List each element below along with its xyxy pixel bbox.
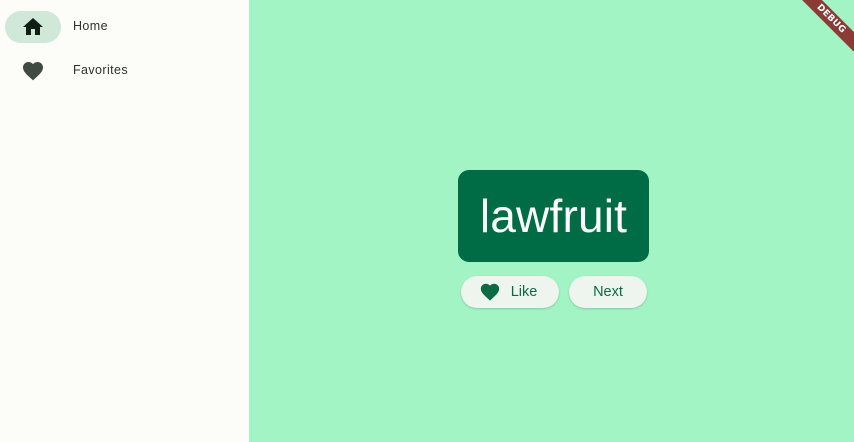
home-icon xyxy=(23,18,43,35)
next-button-label: Next xyxy=(593,284,623,300)
main-content: lawfruit Like Next xyxy=(249,0,854,442)
next-button[interactable]: Next xyxy=(569,276,647,308)
like-button[interactable]: Like xyxy=(461,276,559,308)
nav-item-home-label: Home xyxy=(73,19,108,33)
navigation-rail: Home Favorites xyxy=(0,0,249,442)
app-window: Home Favorites lawfruit Like Next DEBUG xyxy=(0,0,854,442)
nav-item-home[interactable]: Home xyxy=(0,7,249,47)
heart-icon xyxy=(480,283,499,301)
word-pair-text: lawfruit xyxy=(479,190,628,242)
heart-icon xyxy=(23,62,43,81)
like-button-label: Like xyxy=(510,284,538,300)
nav-item-favorites-label: Favorites xyxy=(73,63,129,77)
nav-item-favorites[interactable]: Favorites xyxy=(0,51,249,91)
word-card: lawfruit xyxy=(458,170,649,262)
